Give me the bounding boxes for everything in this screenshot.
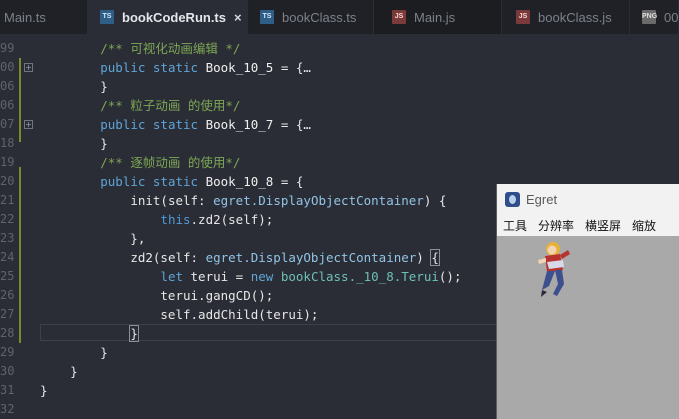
ts-file-icon: TS bbox=[260, 10, 274, 24]
line-number: 22 bbox=[0, 212, 15, 226]
tab-main-js[interactable]: JS Main.js bbox=[374, 0, 502, 34]
line-number: 20 bbox=[0, 174, 15, 188]
code-text: }, bbox=[40, 231, 146, 246]
line-number: 27 bbox=[0, 307, 15, 321]
tab-label: Main.ts bbox=[4, 9, 46, 25]
js-file-icon: JS bbox=[392, 10, 406, 24]
editor-tab-bar: Main.ts TS bookCodeRun.ts × TS bookClass… bbox=[0, 0, 679, 34]
code-line[interactable]: 99 /** 可视化动画编辑 */ bbox=[0, 39, 679, 58]
code-text: } bbox=[40, 136, 108, 151]
line-number: 24 bbox=[0, 250, 15, 264]
line-number: 21 bbox=[0, 193, 15, 207]
code-line[interactable]: 18 } bbox=[0, 134, 679, 153]
code-text: /** 粒子动画 的使用*/ bbox=[100, 98, 241, 113]
code-text: } bbox=[129, 325, 139, 342]
code-text: let terui = new bookClass._10_8.Terui(); bbox=[160, 269, 462, 284]
window-title-bar[interactable]: Egret bbox=[497, 184, 679, 214]
code-text: public static Book_10_7 = {… bbox=[100, 117, 311, 132]
tab-label: bookCodeRun.ts bbox=[122, 9, 226, 25]
tab-label: bookClass.ts bbox=[282, 9, 357, 25]
js-file-icon: JS bbox=[516, 10, 530, 24]
line-number: 07 bbox=[0, 117, 15, 131]
code-text: zd2(self: egret.DisplayObjectContainer) … bbox=[130, 249, 440, 266]
egret-logo-icon bbox=[505, 191, 520, 207]
code-text: /** 逐帧动画 的使用*/ bbox=[100, 155, 241, 170]
line-number: 25 bbox=[0, 269, 15, 283]
tab-png[interactable]: PNG 00 bbox=[630, 0, 679, 34]
line-number: 28 bbox=[0, 326, 15, 340]
line-number: 29 bbox=[0, 345, 15, 359]
code-text: this.zd2(self); bbox=[160, 212, 274, 227]
menu-item-tools[interactable]: 工具 bbox=[503, 217, 527, 234]
code-line[interactable]: 19 /** 逐帧动画 的使用*/ bbox=[0, 153, 679, 172]
code-text: } bbox=[40, 364, 78, 379]
code-line[interactable]: 07 + public static Book_10_7 = {… bbox=[0, 115, 679, 134]
line-number: 32 bbox=[0, 402, 15, 416]
tab-label: 00 bbox=[664, 9, 679, 25]
tab-label: Main.js bbox=[414, 9, 456, 25]
close-icon[interactable]: × bbox=[234, 10, 242, 25]
egret-menu-bar: 工具 分辨率 横竖屏 缩放 bbox=[497, 214, 679, 236]
menu-item-orientation[interactable]: 横竖屏 bbox=[585, 217, 621, 234]
line-number: 19 bbox=[0, 155, 15, 169]
line-number: 23 bbox=[0, 231, 15, 245]
code-text: public static Book_10_8 = { bbox=[100, 174, 304, 189]
line-number: 26 bbox=[0, 288, 15, 302]
line-number: 99 bbox=[0, 41, 15, 55]
code-line[interactable]: 06 } bbox=[0, 77, 679, 96]
png-file-icon: PNG bbox=[642, 10, 657, 24]
animated-character-sprite bbox=[538, 242, 570, 297]
code-text: } bbox=[40, 79, 108, 94]
line-number: 30 bbox=[0, 364, 15, 378]
tab-bookcoderun-ts[interactable]: TS bookCodeRun.ts × bbox=[88, 0, 248, 34]
ts-file-icon: TS bbox=[100, 10, 114, 24]
code-text: /** 可视化动画编辑 */ bbox=[100, 41, 241, 56]
tab-main-ts[interactable]: Main.ts bbox=[0, 0, 88, 34]
line-number: 18 bbox=[0, 136, 15, 150]
code-line[interactable]: 00 + public static Book_10_5 = {… bbox=[0, 58, 679, 77]
menu-item-zoom[interactable]: 缩放 bbox=[632, 217, 656, 234]
expand-fold-icon[interactable]: + bbox=[24, 63, 33, 72]
line-number: 00 bbox=[0, 60, 15, 74]
code-text: public static Book_10_5 = {… bbox=[100, 60, 311, 75]
tab-label: bookClass.js bbox=[538, 9, 612, 25]
window-title: Egret bbox=[526, 191, 558, 207]
code-text: self.addChild(terui); bbox=[40, 307, 319, 322]
tab-bookclass-ts[interactable]: TS bookClass.ts bbox=[248, 0, 374, 34]
egret-preview-window[interactable]: Egret 工具 分辨率 横竖屏 缩放 bbox=[496, 184, 679, 419]
line-number: 06 bbox=[0, 79, 15, 93]
code-text: init(self: egret.DisplayObjectContainer)… bbox=[130, 193, 447, 208]
line-number: 06 bbox=[0, 98, 15, 112]
game-stage[interactable] bbox=[497, 236, 679, 419]
code-text: } bbox=[40, 383, 48, 398]
menu-item-resolution[interactable]: 分辨率 bbox=[538, 217, 574, 234]
code-text: } bbox=[40, 345, 108, 360]
line-number: 31 bbox=[0, 383, 15, 397]
tab-bookclass-js[interactable]: JS bookClass.js bbox=[502, 0, 630, 34]
code-text: terui.gangCD(); bbox=[40, 288, 274, 303]
expand-fold-icon[interactable]: + bbox=[24, 120, 33, 129]
code-line[interactable]: 06 /** 粒子动画 的使用*/ bbox=[0, 96, 679, 115]
